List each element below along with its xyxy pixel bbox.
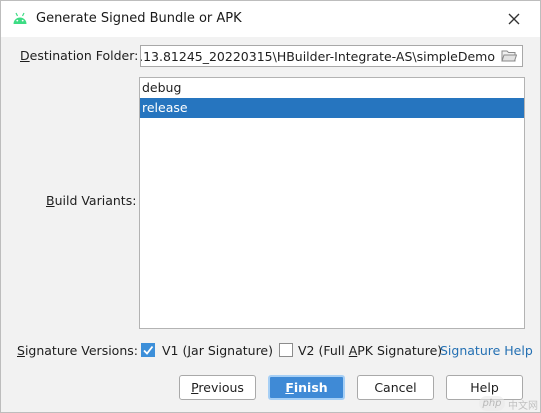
watermark: php 中文网 [479, 396, 539, 412]
cancel-button[interactable]: Cancel [357, 375, 434, 400]
destination-folder-label: Destination Folder: [20, 48, 139, 63]
destination-folder-field[interactable]: )3.3.13.81245_20220315\HBuilder-Integrat… [140, 45, 523, 67]
signature-help-link[interactable]: Signature Help [440, 343, 533, 358]
variant-item-release[interactable]: release [140, 98, 524, 118]
dialog-window: Generate Signed Bundle or APK Destinatio… [0, 0, 541, 413]
watermark-text: 中文网 [508, 401, 538, 412]
previous-button[interactable]: Previous [179, 375, 256, 400]
checkmark-icon [143, 345, 154, 355]
v1-signature-checkbox[interactable] [141, 343, 155, 357]
signature-versions-label: Signature Versions: [17, 343, 138, 358]
v1-signature-label[interactable]: V1 (Jar Signature) [162, 343, 273, 358]
close-button[interactable] [501, 6, 527, 32]
folder-icon[interactable] [501, 49, 517, 63]
destination-path-text: )3.3.13.81245_20220315\HBuilder-Integrat… [140, 49, 495, 64]
android-icon [13, 12, 27, 24]
finish-button[interactable]: Finish [268, 375, 345, 400]
close-icon [508, 13, 520, 25]
build-variants-list[interactable]: debug release [139, 77, 525, 329]
variant-item-debug[interactable]: debug [140, 78, 524, 98]
v2-signature-label[interactable]: V2 (Full APK Signature) [298, 343, 442, 358]
v2-signature-checkbox[interactable] [279, 343, 293, 357]
dialog-title: Generate Signed Bundle or APK [36, 11, 242, 26]
watermark-logo: php [479, 396, 505, 411]
title-bar: Generate Signed Bundle or APK [1, 1, 540, 37]
build-variants-label: Build Variants: [46, 193, 137, 208]
